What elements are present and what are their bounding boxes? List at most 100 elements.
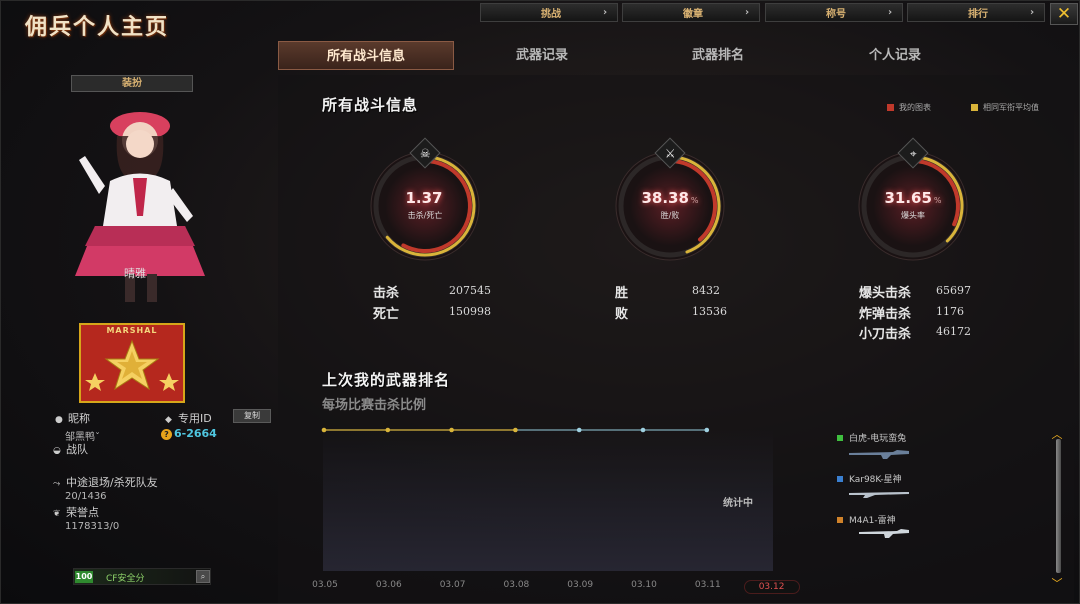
data-point[interactable]	[640, 427, 646, 433]
legend-label: 相同军衔平均值	[983, 103, 1039, 112]
scroll-down-icon[interactable]: ﹀	[1050, 578, 1064, 589]
legend-swatch	[887, 104, 894, 111]
tab-personal-records[interactable]: 个人记录	[807, 41, 983, 70]
outfit-button[interactable]: 装扮	[71, 75, 193, 92]
scrollbar[interactable]	[1054, 433, 1062, 589]
tab-weapon-records[interactable]: 武器记录	[454, 41, 630, 70]
weapon-name: Kar98K-星神	[849, 475, 902, 485]
kd-label: 击杀/死亡	[407, 211, 443, 220]
battle-info-title: 所有战斗信息	[322, 96, 419, 114]
data-point[interactable]	[576, 427, 582, 433]
legend-same-rank-avg: 相同军衔平均值	[971, 102, 1039, 113]
close-button[interactable]: ✕	[1050, 3, 1078, 25]
chevron-right-icon: ›	[745, 7, 750, 18]
weapon-legend-item: Kar98K-星神	[837, 472, 902, 485]
scrollbar-thumb[interactable]	[1056, 439, 1061, 573]
quit-value: 20/1436	[65, 491, 107, 502]
deaths-label: 死亡	[373, 307, 400, 322]
safety-label: CF安全分	[106, 574, 145, 584]
kills-label: 击杀	[373, 286, 400, 301]
data-point[interactable]	[385, 427, 391, 433]
help-icon[interactable]: ?	[161, 429, 172, 440]
kills-value: 207545	[449, 284, 491, 297]
headshot-value: 31.65%	[884, 189, 942, 207]
id-value: 6-2664	[174, 427, 217, 440]
rank-star-icon	[85, 339, 179, 391]
character-name: 晴雅	[124, 267, 146, 280]
top-tab-label: 排行	[968, 9, 988, 20]
nickname-label: 昵称	[68, 412, 90, 425]
window-title: 佣兵个人主页	[25, 15, 170, 40]
losses-label: 败	[615, 307, 629, 322]
weapon-name: M4A1-雷神	[849, 516, 896, 526]
data-point[interactable]	[449, 427, 454, 433]
id-label-row: ◆ 专用ID	[165, 410, 212, 426]
date-label[interactable]: 03.05	[305, 580, 345, 590]
top-tab-ranking[interactable]: 排行 ›	[907, 3, 1045, 22]
kd-value: 1.37	[405, 189, 443, 207]
quit-row: ⤳ 中途退场/杀死队友	[53, 474, 158, 490]
headshot-label: 爆头率	[901, 211, 925, 220]
app-window: 佣兵个人主页 挑战 › 徽章 › 称号 › 排行 › ✕ 所有战斗信息 武器记录…	[0, 0, 1080, 604]
rank-badge-text: MARSHAL	[106, 326, 158, 335]
knife-kills-label: 小刀击杀	[859, 327, 912, 342]
knife-kills-value: 46172	[936, 325, 971, 338]
grenade-kills-value: 1176	[936, 305, 964, 318]
wins-label: 胜	[615, 286, 629, 301]
date-label-active[interactable]: 03.12	[743, 580, 800, 594]
date-label[interactable]: 03.07	[433, 580, 473, 590]
weapon-name: 白虎-电玩蛮兔	[849, 434, 907, 444]
weapon-rank-subtitle: 每场比赛击杀比例	[322, 398, 427, 413]
safety-score-bar: 100 CF安全分 ⌕	[73, 568, 211, 585]
date-label[interactable]: 03.08	[496, 580, 536, 590]
losses-value: 13536	[692, 305, 727, 318]
clan-label: 战队	[66, 443, 88, 456]
weapon-swatch	[837, 476, 843, 482]
chevron-right-icon: ›	[1030, 7, 1035, 18]
quit-label: 中途退场/杀死队友	[66, 476, 158, 489]
headshot-kills-label: 爆头击杀	[859, 286, 912, 301]
data-point[interactable]	[513, 427, 518, 433]
chevron-right-icon: ›	[888, 7, 893, 18]
data-point[interactable]	[321, 427, 327, 433]
tab-all-battle-info[interactable]: 所有战斗信息	[278, 41, 454, 70]
top-tab-title[interactable]: 称号 ›	[765, 3, 903, 22]
date-label[interactable]: 03.11	[688, 580, 728, 590]
grenade-kills-label: 炸弹击杀	[859, 307, 912, 322]
top-tab-badge[interactable]: 徽章 ›	[622, 3, 760, 22]
data-point[interactable]	[704, 427, 710, 433]
honor-label: 荣誉点	[66, 506, 99, 519]
id-value-row: ? 6-2664	[161, 427, 217, 440]
date-label[interactable]: 03.10	[624, 580, 664, 590]
user-icon: ●	[55, 415, 63, 425]
chevron-right-icon: ›	[603, 7, 608, 18]
weapon-legend-item: 白虎-电玩蛮兔	[837, 431, 906, 444]
top-tab-label: 称号	[826, 9, 846, 20]
wins-value: 8432	[692, 284, 720, 297]
rifle-icon	[849, 450, 909, 459]
honor-row: ❦ 荣誉点	[53, 504, 99, 520]
kill-ratio-line-chart	[321, 427, 710, 433]
copy-button[interactable]: 复制	[233, 409, 271, 423]
tab-weapon-ranking[interactable]: 武器排名	[630, 41, 806, 70]
assault-rifle-icon	[859, 529, 909, 538]
top-tab-challenge[interactable]: 挑战 ›	[480, 3, 618, 22]
clan-row: ◒ 战队	[53, 441, 88, 457]
nickname-row: ● 昵称	[55, 410, 90, 426]
safety-score: 100	[75, 571, 93, 583]
date-label[interactable]: 03.09	[560, 580, 600, 590]
legend-my-chart: 我的图表	[887, 102, 931, 113]
legend-label: 我的图表	[899, 103, 931, 112]
weapon-rank-title: 上次我的武器排名	[322, 371, 451, 389]
shield-icon: ◒	[53, 446, 61, 456]
tag-icon: ◆	[165, 415, 172, 425]
headshot-kills-value: 65697	[936, 284, 971, 297]
laurel-icon: ❦	[53, 509, 61, 519]
id-label: 专用ID	[178, 412, 212, 425]
date-label[interactable]: 03.06	[369, 580, 409, 590]
search-icon[interactable]: ⌕	[196, 570, 210, 583]
honor-value: 1178313/0	[65, 521, 120, 532]
legend-swatch	[971, 104, 978, 111]
deaths-value: 150998	[449, 305, 491, 318]
runner-icon: ⤳	[53, 479, 61, 489]
